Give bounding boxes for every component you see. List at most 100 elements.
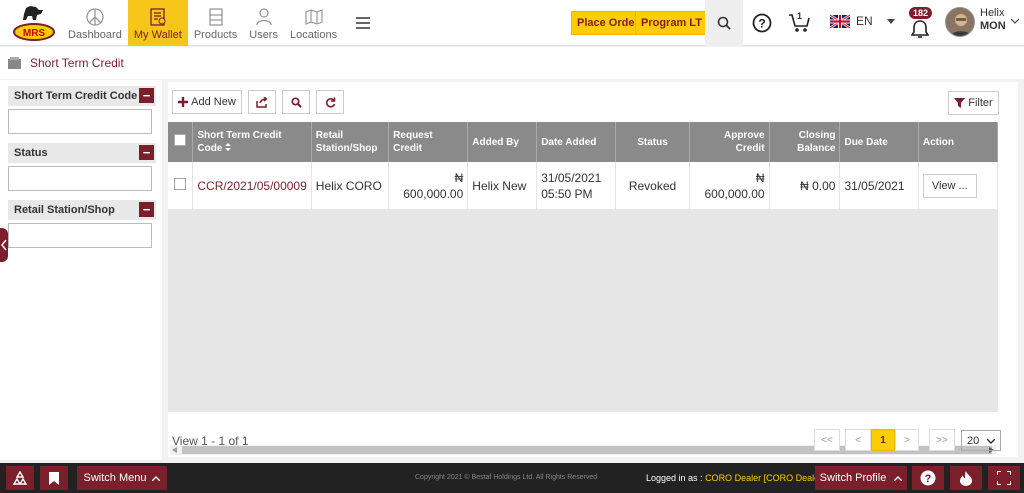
date-added-date: 31/05/2021 — [541, 170, 602, 185]
export-button[interactable] — [248, 90, 276, 114]
request-currency: ₦ — [454, 170, 464, 185]
header-request[interactable]: Request Credit — [388, 122, 469, 162]
search-grid-button[interactable] — [282, 90, 310, 114]
wallet-icon — [150, 8, 166, 26]
top-navbar: MRS Dashboard My Wallet Products Users L… — [0, 0, 1024, 46]
filter-status-label: Status — [14, 147, 48, 159]
locations-icon — [304, 9, 323, 25]
page-1-button[interactable]: 1 — [871, 429, 895, 451]
header-due[interactable]: Due Date — [839, 122, 919, 162]
switch-profile-button[interactable]: Switch Profile — [815, 466, 907, 490]
prev-page-button[interactable]: < — [845, 429, 871, 451]
collapse-station-button[interactable]: − — [139, 202, 154, 217]
nav-dashboard[interactable]: Dashboard — [62, 0, 128, 46]
logged-in-value: CORO Dealer [CORO Dealer] — [705, 473, 825, 483]
header-code[interactable]: Short Term Credit Code — [192, 122, 312, 162]
place-order-button[interactable]: Place Order — [571, 11, 645, 35]
collapse-status-button[interactable]: − — [139, 145, 154, 160]
nav-dashboard-label: Dashboard — [68, 29, 122, 41]
fire-icon — [960, 470, 972, 486]
footer-bar: Switch Menu Copyright 2021 © Bestaf Hold… — [0, 463, 1024, 493]
credit-code-link[interactable]: CCR/2021/05/00009 — [192, 162, 312, 209]
station-input[interactable] — [8, 223, 152, 248]
search-icon — [290, 96, 302, 108]
logged-in-info: Logged in as : CORO Dealer [CORO Dealer] — [646, 473, 825, 483]
nav-users-label: Users — [249, 29, 278, 41]
header-closing[interactable]: Closing Balance — [769, 122, 841, 162]
row-select-cell[interactable] — [168, 162, 194, 209]
sidebar-collapse-tab[interactable] — [0, 228, 8, 262]
first-page-button[interactable]: << — [814, 429, 840, 451]
chevron-down-icon[interactable] — [1011, 18, 1019, 24]
global-search-button[interactable] — [705, 0, 743, 46]
user-menu[interactable]: Helix MON — [980, 7, 1006, 33]
bookmark-button[interactable] — [40, 466, 68, 490]
select-all-header[interactable] — [168, 122, 194, 162]
table-row[interactable]: CCR/2021/05/00009 Helix CORO ₦ 600,000.0… — [168, 162, 999, 209]
users-icon — [255, 8, 272, 26]
header-station[interactable]: Retail Station/Shop — [311, 122, 390, 162]
filter-button[interactable]: Filter — [948, 91, 999, 115]
fullscreen-button[interactable] — [988, 466, 1020, 490]
view-button[interactable]: View ... — [922, 173, 977, 198]
row-checkbox[interactable] — [174, 177, 186, 190]
logged-in-prefix: Logged in as : — [646, 473, 703, 483]
table-header-row: Short Term Credit Code Retail Station/Sh… — [168, 122, 999, 162]
refresh-button[interactable] — [316, 90, 344, 114]
copyright-text: Copyright 2021 © Bestaf Holdings Ltd. Al… — [415, 474, 598, 481]
language-selector[interactable]: EN — [830, 14, 895, 28]
add-new-label: Add New — [191, 96, 236, 108]
switch-menu-button[interactable]: Switch Menu — [77, 466, 167, 490]
program-lt-button[interactable]: Program LT — [635, 11, 708, 35]
funnel-icon — [954, 98, 966, 108]
date-added-time: 05:50 PM — [541, 186, 593, 201]
credit-code-input[interactable] — [8, 109, 152, 134]
header-added-by[interactable]: Added By — [467, 122, 538, 162]
date-added-cell: 31/05/2021 05:50 PM — [536, 162, 616, 209]
recycle-button[interactable] — [6, 466, 34, 490]
next-page-button[interactable]: > — [895, 429, 919, 451]
mrs-logo[interactable]: MRS — [12, 4, 56, 42]
main-panel: Add New Filter Short Term Credit Code Re… — [168, 82, 1018, 457]
add-new-button[interactable]: Add New — [172, 90, 242, 114]
main-nav: Dashboard My Wallet Products Users Locat… — [62, 0, 383, 46]
header-approve[interactable]: Approve Credit — [689, 122, 770, 162]
fire-button[interactable] — [950, 466, 982, 490]
page-size-select[interactable]: 20 — [961, 430, 1001, 451]
footer-help-button[interactable]: ? — [912, 466, 944, 490]
station-cell: Helix CORO — [311, 162, 390, 209]
nav-users[interactable]: Users — [243, 0, 284, 46]
select-all-checkbox[interactable] — [174, 134, 186, 146]
nav-my-wallet[interactable]: My Wallet — [127, 0, 188, 46]
status-input[interactable] — [8, 166, 152, 191]
fullscreen-icon — [997, 471, 1011, 485]
help-button[interactable]: ? — [748, 0, 776, 46]
products-icon — [208, 8, 223, 26]
header-code-label: Short Term Credit Code — [197, 130, 282, 154]
sort-icon[interactable] — [225, 143, 232, 151]
collapse-code-button[interactable]: − — [139, 88, 154, 103]
notification-badge: 182 — [909, 7, 933, 19]
header-date-added[interactable]: Date Added — [536, 122, 616, 162]
due-date-cell: 31/05/2021 — [839, 162, 919, 209]
approve-amount: 600,000.00 — [704, 186, 765, 201]
filter-station-label: Retail Station/Shop — [14, 204, 115, 216]
credit-grid: Short Term Credit Code Retail Station/Sh… — [168, 122, 999, 455]
plus-icon — [178, 97, 189, 107]
chevron-down-icon — [987, 439, 995, 444]
uk-flag-icon — [830, 14, 850, 28]
user-avatar[interactable] — [945, 7, 975, 37]
last-page-button[interactable]: >> — [929, 429, 955, 451]
menu-toggle-button[interactable] — [343, 0, 383, 46]
nav-products[interactable]: Products — [188, 0, 243, 46]
bookmark-icon — [49, 471, 59, 485]
filter-label: Filter — [968, 97, 993, 109]
header-status[interactable]: Status — [615, 122, 691, 162]
action-cell: View ... — [918, 162, 999, 209]
refresh-icon — [325, 97, 335, 108]
filter-head-code: Short Term Credit Code − — [8, 86, 156, 106]
svg-text:?: ? — [758, 17, 765, 31]
nav-locations[interactable]: Locations — [284, 0, 343, 46]
cart-button[interactable]: 1 — [785, 0, 815, 46]
approve-credit-cell: ₦ 600,000.00 — [689, 162, 770, 209]
